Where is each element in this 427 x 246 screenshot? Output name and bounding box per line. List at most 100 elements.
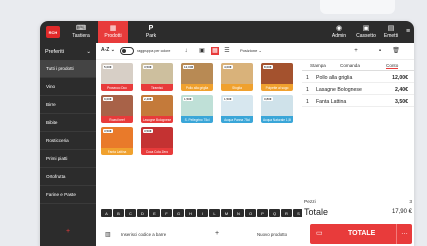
product-card[interactable]: 4,00€ Sfoglia [221,63,253,91]
tab-prodotti[interactable]: ▦ Prodotti [98,21,128,43]
toggle-label: raggruppa per colore [137,49,171,53]
list-view-icon[interactable]: ☰ [223,47,231,55]
product-price: 2,40€ [143,97,153,101]
product-card[interactable]: 5,00€ Prosecco Doc [101,63,133,91]
order-qty: 1 [306,75,309,81]
letter-filter-button[interactable]: L [209,209,220,217]
letter-filter-button[interactable]: O [245,209,256,217]
receipt-icon: ▤ [387,25,395,32]
letter-filter-button[interactable]: F [161,209,172,217]
sidebar-item-tutti[interactable]: Tutti i prodotti [40,60,96,78]
admin-button[interactable]: ◉ Admin [326,21,352,43]
letter-filter-button[interactable]: A [101,209,112,217]
letter-filter-button[interactable]: I [197,209,208,217]
order-row[interactable]: 1 Pollo alla griglia 12,00€ [302,73,414,83]
add-customer-icon[interactable]: + [352,47,360,55]
keyboard-icon: ⌨ [75,25,87,32]
product-label: Pollo alla griglia [181,84,213,91]
sidebar-item-primi-piatti[interactable]: Primi piatti [40,150,96,168]
product-card[interactable]: 3,50€ Tiramisù [141,63,173,91]
letter-filter-button[interactable]: M [221,209,232,217]
group-color-toggle[interactable] [120,47,134,55]
sort-dropdown[interactable]: A-Z ⌄ [101,47,115,53]
order-qty: 1 [306,87,309,93]
letter-filter-button[interactable]: C [125,209,136,217]
sidebar-item-vino[interactable]: Vino [40,78,96,96]
product-card[interactable]: 3,50€ Coca Cola Zero [141,127,173,155]
menu-button[interactable]: ≡ [402,21,414,43]
more-icon[interactable]: … [396,224,412,244]
sort-label: A-Z [101,47,110,53]
product-card[interactable]: 1,50€ Acqua Panna 75cl [221,95,253,123]
new-product-button[interactable]: Nuovo prodotto [257,232,287,237]
sidebar-item-farine[interactable]: Farine e Paste [40,186,96,204]
trash-icon[interactable]: 🗑 [392,47,400,55]
product-label: Sfoglia [221,84,253,91]
position-dropdown[interactable]: Posizione ⌄ [240,48,262,53]
letter-filter-button[interactable]: G [173,209,184,217]
totale-button-label: TOTALE [348,230,376,237]
order-price: 3,50€ [395,99,408,105]
product-card[interactable]: 8,00€ Polpette al sugo [261,63,293,91]
order-name: Fanta Lattina [316,99,347,105]
cassetto-label: Cassetto [356,33,376,39]
sidebar-item-bibite[interactable]: Bibite [40,114,96,132]
totale-button[interactable]: ▭ TOTALE … [310,224,412,244]
admin-icon: ◉ [335,25,343,32]
product-card[interactable]: 0,80€ Acqua Naturale 1,5l [261,95,293,123]
order-row[interactable]: 1 Fanta Lattina 3,50€ [302,97,414,107]
letter-filter-button[interactable]: R [281,209,292,217]
product-label: Roast beef [101,116,133,123]
sidebar-item-birre[interactable]: Birre [40,96,96,114]
admin-label: Admin [331,33,347,39]
sort-arrow-icon[interactable]: ↓ [182,47,190,55]
order-row[interactable]: 1 Lasagne Bolognese 2,40€ [302,85,414,95]
preferiti-dropdown[interactable]: Preferiti ⌄ [40,43,96,60]
park-icon: P [148,25,154,32]
product-card[interactable]: 2,40€ Lasagne Bolognese [141,95,173,123]
barcode-input[interactable]: Inserisci codice a barre [121,232,166,237]
sidebar-item-label: Rosticceria [46,138,69,143]
pos-screen: R C H ⌨ Tastiera ▦ Prodotti P Park ◉ Admin… [40,21,414,246]
product-card[interactable]: 9,00€ Roast beef [101,95,133,123]
order-header: Stampa Comanda Conto [302,61,414,71]
letter-filter-button[interactable]: E [149,209,160,217]
product-price: 0,80€ [263,97,273,101]
receipt-icon: ▭ [316,230,323,237]
letter-filter-button[interactable]: P [257,209,268,217]
sidebar-item-rosticceria[interactable]: Rosticceria [40,132,96,150]
sidebar-item-label: Bibite [46,120,58,125]
tab-park[interactable]: P Park [138,21,164,43]
tab-label: Tastiera [72,33,90,39]
emetti-label: Emetti [383,33,399,39]
position-label: Posizione [240,48,258,53]
totale-amount: 17,90 € [391,209,412,215]
letter-filter-button[interactable]: N [233,209,244,217]
product-label: Acqua Panna 75cl [221,116,253,123]
sidebar-item-label: Ortofrutta [46,174,66,179]
product-card[interactable]: 1,50€ S. Pellegrino 75cl [181,95,213,123]
sidebar-item-ortofrutta[interactable]: Ortofrutta [40,168,96,186]
add-category-button[interactable]: + [40,222,96,240]
letter-filter-button[interactable]: B [113,209,124,217]
letter-filter-button[interactable]: Q [269,209,280,217]
letter-filter-button[interactable]: H [185,209,196,217]
product-grid: 5,00€ Prosecco Doc 3,50€ Tiramisù 12,00€ Poll… [97,60,300,210]
barcode-icon: ▥ [105,232,111,238]
product-card[interactable]: 3,50€ Fanta Lattina [101,127,133,155]
cassetto-button[interactable]: ▣ Cassetto [352,21,380,43]
header-stampa[interactable]: Stampa [310,63,326,68]
save-icon[interactable]: ▪ [376,47,384,55]
plus-icon[interactable]: + [215,230,219,237]
product-price: 3,50€ [103,129,113,133]
product-card[interactable]: 12,00€ Pollo alla griglia [181,63,213,91]
image-view-icon[interactable]: ▣ [198,47,206,55]
header-conto[interactable]: Conto [386,63,399,69]
header-comanda[interactable]: Comanda [340,63,360,68]
tab-tastiera[interactable]: ⌨ Tastiera [66,21,96,43]
product-price: 5,00€ [103,65,113,69]
emetti-button[interactable]: ▤ Emetti [380,21,402,43]
product-label: Prosecco Doc [101,84,133,91]
tile-view-icon[interactable]: ▦ [211,47,219,55]
letter-filter-button[interactable]: D [137,209,148,217]
